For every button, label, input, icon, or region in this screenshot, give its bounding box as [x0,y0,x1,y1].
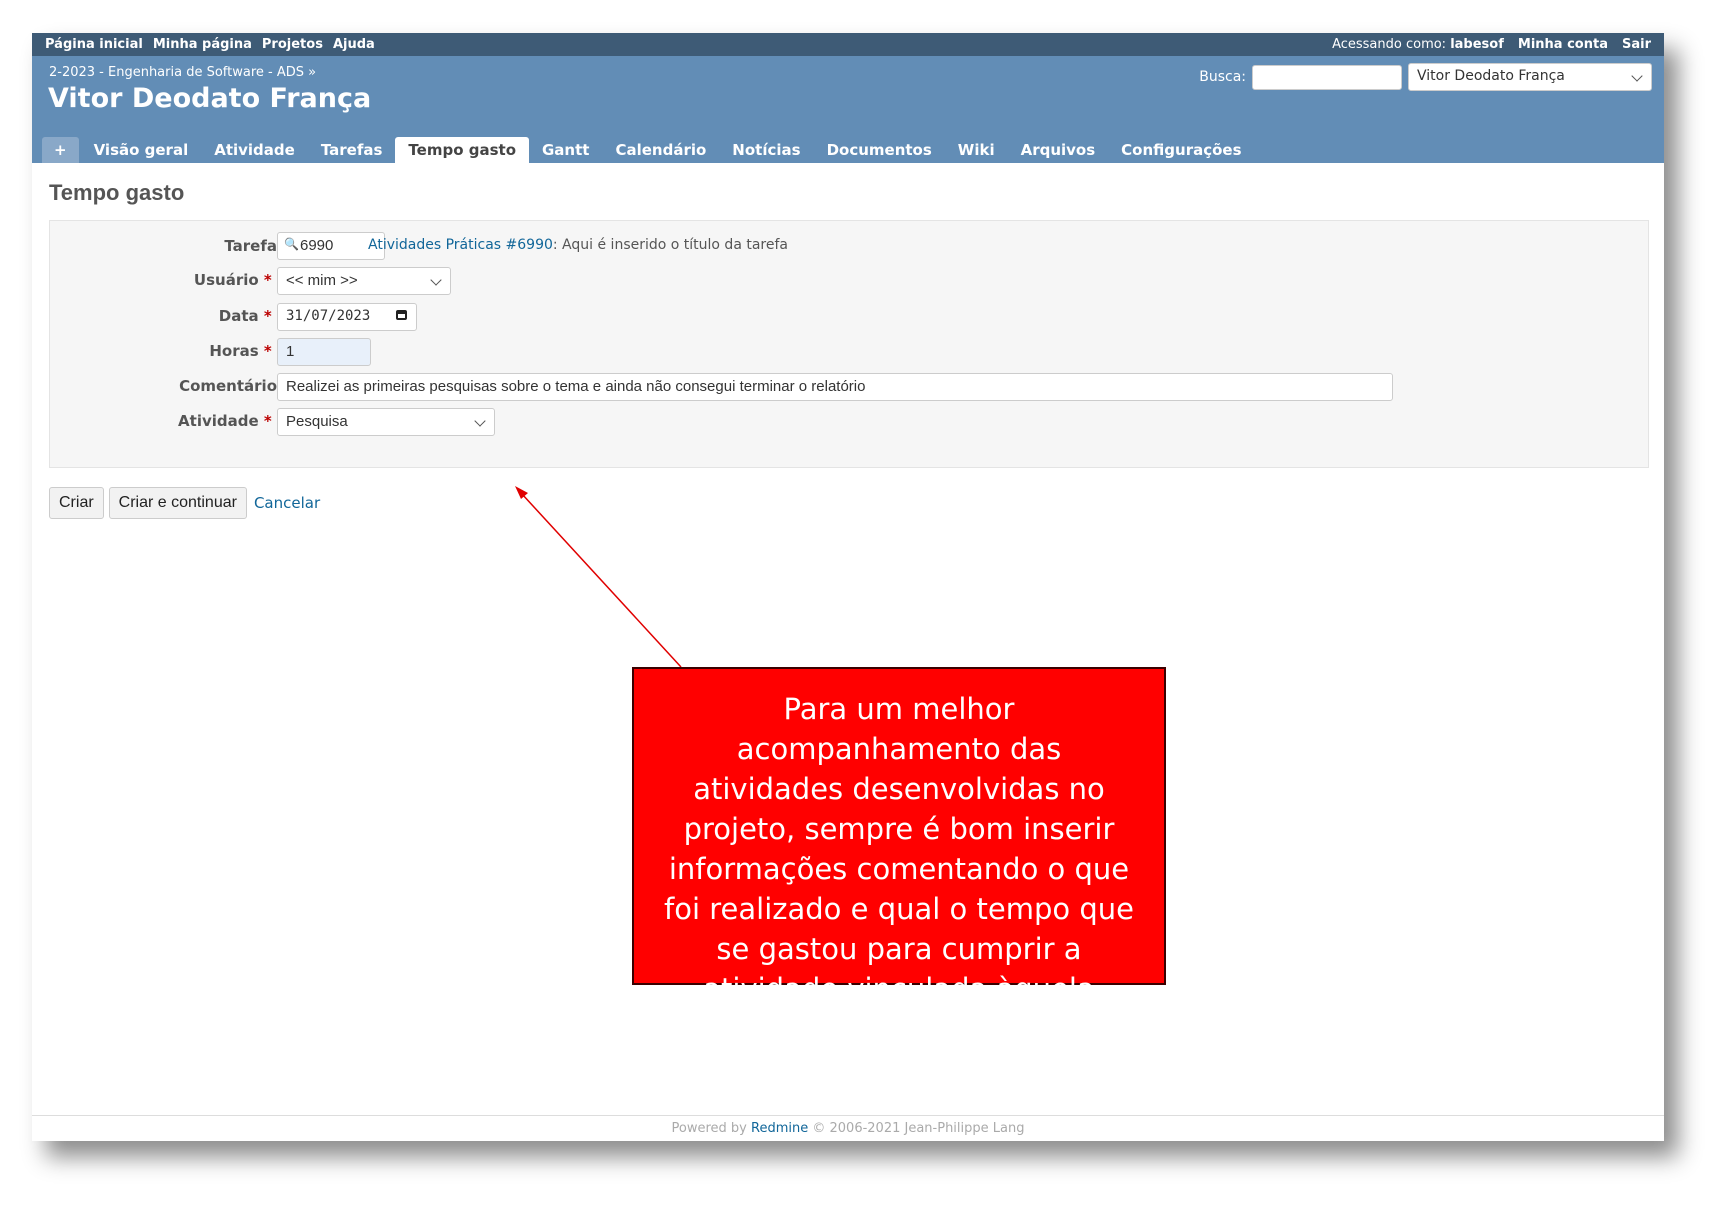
hours-value: 1 [286,343,295,360]
project-jump-select[interactable]: Vitor Deodato França [1408,63,1652,91]
hours-row: Horas * [50,336,277,366]
project-jump-value: Vitor Deodato França [1417,68,1565,84]
create-and-continue-button[interactable]: Criar e continuar [108,487,247,519]
date-label: Data * [218,307,272,325]
activity-select[interactable]: Pesquisa [277,408,495,436]
comment-row: Comentário [50,371,277,401]
issue-row: Tarefa [50,231,277,261]
time-entry-form: Tarefa 🔍 6990 Atividades Práticas #6990:… [49,220,1649,468]
logged-as-user-link[interactable]: labesof [1450,37,1504,52]
footer: Powered by Redmine © 2006-2021 Jean-Phil… [32,1115,1664,1141]
cancel-link[interactable]: Cancelar [254,494,320,512]
hours-label: Horas * [209,342,272,360]
chevron-down-icon [474,415,486,427]
date-row: Data * [50,301,277,331]
top-menu-home-link[interactable]: Página inicial [45,37,143,52]
chevron-down-icon [1631,70,1643,82]
logged-as-label: Acessando como: [1332,37,1447,52]
date-value: 31/07/2023 [286,308,371,324]
my-account-link[interactable]: Minha conta [1518,37,1608,52]
footer-copyright: © 2006-2021 Jean-Philippe Lang [812,1121,1025,1136]
top-menu-my-page-link[interactable]: Minha página [153,37,252,52]
calendar-icon[interactable] [396,310,407,320]
tab-time-entries[interactable]: Tempo gasto [395,137,529,163]
page-title: Tempo gasto [49,180,185,205]
main-menu-tabs: + Visão geral Atividade Tarefas Tempo ga… [42,137,1255,163]
activity-row: Atividade * [50,406,277,436]
footer-powered-by: Powered by [671,1121,747,1136]
tab-activity[interactable]: Atividade [201,137,308,163]
annotation-callout: Para um melhor acompanhamento das ativid… [632,667,1166,1046]
issue-info: Atividades Práticas #6990: Aqui é inseri… [368,237,788,253]
form-buttons: Criar Criar e continuar Cancelar [49,487,320,519]
activity-select-value: Pesquisa [286,413,348,430]
activity-label: Atividade * [178,412,272,430]
search-label: Busca: [1199,69,1246,85]
tab-calendar[interactable]: Calendário [602,137,719,163]
issue-subject: : Aqui é inserido o título da tarefa [552,237,788,253]
hours-input[interactable]: 1 [277,338,371,366]
user-select[interactable]: << mim >> [277,267,451,295]
breadcrumb[interactable]: 2-2023 - Engenharia de Software - ADS » [49,65,316,80]
top-menu-help-link[interactable]: Ajuda [333,37,375,52]
tab-issues[interactable]: Tarefas [308,137,396,163]
project-title: Vitor Deodato França [48,83,372,114]
comment-label: Comentário [179,377,277,395]
issue-link[interactable]: Atividades Práticas #6990 [368,237,553,253]
create-button[interactable]: Criar [49,487,104,519]
tab-wiki[interactable]: Wiki [945,137,1008,163]
chevron-down-icon [430,274,442,286]
quick-search: Busca: Vitor Deodato França [1199,63,1652,91]
tab-news[interactable]: Notícias [719,137,813,163]
issue-id-value: 6990 [300,237,334,254]
logout-link[interactable]: Sair [1622,37,1651,52]
tab-documents[interactable]: Documentos [814,137,945,163]
search-icon: 🔍 [284,237,299,251]
comment-value: Realizei as primeiras pesquisas sobre o … [286,378,866,395]
project-header: 2-2023 - Engenharia de Software - ADS » … [32,56,1664,163]
user-label: Usuário * [193,271,272,289]
tab-gantt[interactable]: Gantt [529,137,602,163]
tab-files[interactable]: Arquivos [1008,137,1109,163]
tab-settings[interactable]: Configurações [1108,137,1254,163]
footer-redmine-link[interactable]: Redmine [751,1121,808,1136]
user-row: Usuário * [50,265,277,295]
tab-overview[interactable]: Visão geral [81,137,202,163]
tab-new-object[interactable]: + [42,137,79,163]
top-menu-right: Acessando como: labesof Minha conta Sair [1332,37,1651,52]
user-select-value: << mim >> [286,272,358,289]
comment-input[interactable]: Realizei as primeiras pesquisas sobre o … [277,373,1393,401]
date-input[interactable]: 31/07/2023 [277,303,417,331]
top-menu: Página inicial Minha página Projetos Aju… [32,33,1664,56]
top-menu-left: Página inicial Minha página Projetos Aju… [45,37,375,52]
search-input[interactable] [1252,64,1402,90]
top-menu-projects-link[interactable]: Projetos [262,37,323,52]
logged-as: Acessando como: labesof [1332,37,1504,52]
issue-label: Tarefa [224,237,277,255]
